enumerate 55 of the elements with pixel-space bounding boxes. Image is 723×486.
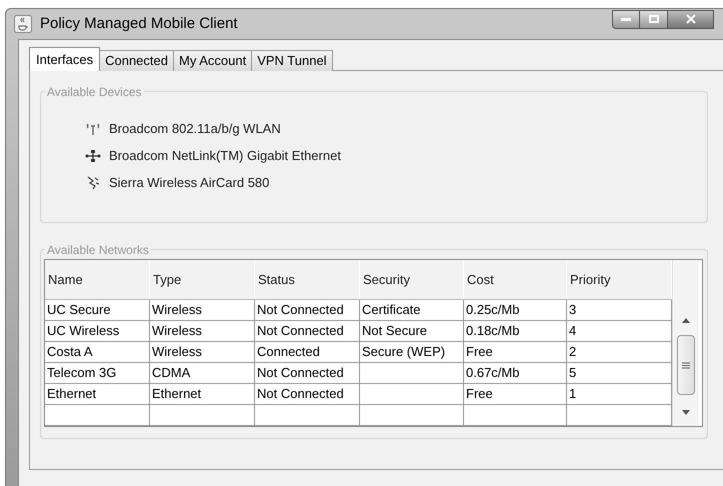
table-cell: Free [466,344,493,359]
device-name: Broadcom 802.11a/b/g WLAN [109,120,281,138]
scroll-down-icon[interactable] [682,410,690,415]
table-cell: Secure (WEP) [362,344,446,359]
scrollbar[interactable] [672,260,699,426]
table-cell: Wireless [152,344,202,359]
grip-icon [682,362,690,368]
minimize-button[interactable] [612,10,640,28]
antenna-icon [86,122,100,136]
device-name: Broadcom NetLink(TM) Gigabit Ethernet [109,147,341,166]
column-header[interactable]: Cost [464,260,567,299]
cup-icon [14,15,32,33]
table-cell: Not Connected [257,365,344,380]
table-cell: 1 [569,386,576,401]
table-cell: Costa A [47,344,93,359]
table-cell: 0.67c/Mb [466,365,520,380]
table-cell: Wireless [152,323,202,338]
table-cell: UC Secure [47,302,111,317]
scroll-up-icon[interactable] [682,318,690,323]
column-header[interactable]: Type [150,260,255,299]
close-button[interactable] [668,10,714,28]
table-cell: CDMA [152,365,190,380]
maximize-button[interactable] [640,10,668,28]
close-icon [686,14,696,24]
table-cell: Wireless [152,302,202,317]
tab[interactable]: Interfaces [29,47,100,71]
column-header[interactable]: Priority [567,260,672,299]
table-cell: 5 [569,365,576,380]
table-cell: 4 [569,323,576,338]
table-cell: Telecom 3G [47,365,116,380]
column-header[interactable]: Security [360,260,464,299]
tab[interactable]: VPN Tunnel [252,50,333,71]
table-cell: Not Connected [257,386,344,401]
table-cell: UC Wireless [47,323,120,338]
table-cell: Not Connected [257,302,344,317]
table-cell: Certificate [362,302,421,317]
column-header[interactable]: Name [45,260,150,299]
scroll-thumb[interactable] [677,335,695,395]
tab[interactable]: My Account [174,50,252,71]
table-cell: Not Connected [257,323,344,338]
table-cell: 0.25c/Mb [466,302,520,317]
tab[interactable]: Connected [100,50,174,71]
device-name: Sierra Wireless AirCard 580 [109,174,270,192]
table-cell: Not Secure [362,323,428,338]
signal-icon [86,176,100,190]
table-cell: Ethernet [47,386,96,401]
table-cell: Connected [257,344,320,359]
window-title: Policy Managed Mobile Client [40,14,238,34]
column-header[interactable]: Status [255,260,360,299]
network-icon [85,150,101,162]
table-cell: 3 [569,302,576,317]
table-cell: Ethernet [152,386,202,401]
table-cell: 0.18c/Mb [466,323,520,338]
table-cell: Free [466,386,493,401]
table-cell: 2 [569,344,576,359]
